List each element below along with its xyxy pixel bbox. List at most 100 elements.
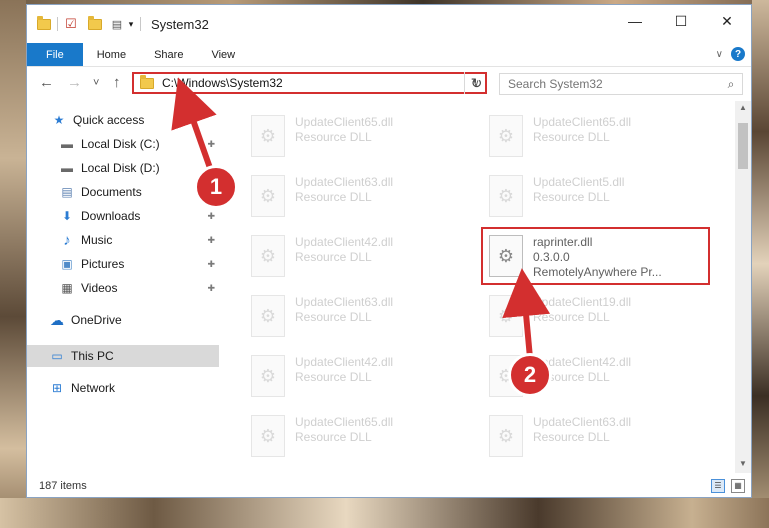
sidebar-item-local-disk-d[interactable]: ▬ Local Disk (D:) ✚ — [27, 157, 219, 179]
properties-icon[interactable]: ☑ — [62, 15, 80, 33]
sidebar-item-label: Quick access — [73, 113, 145, 127]
sidebar-item-music[interactable]: ♪ Music ✚ — [27, 229, 219, 251]
scrollbar-thumb[interactable] — [738, 123, 748, 169]
search-icon[interactable]: ⌕ — [720, 77, 742, 92]
customize-toolbar-icon[interactable]: ▤ — [108, 15, 126, 33]
dll-file-icon: ⚙ — [251, 235, 285, 277]
file-highlight-box — [481, 227, 710, 285]
file-name: UpdateClient42.dll — [295, 235, 394, 249]
file-type: Resource DLL — [295, 250, 372, 264]
sidebar-item-network[interactable]: ⊞ Network — [27, 377, 219, 399]
navigation-bar: ← → ˅ ↑ C:\Windows\System32 ∨ ↻ ⌕ — [27, 68, 751, 100]
tab-share[interactable]: Share — [140, 43, 197, 66]
up-button[interactable]: ↑ — [113, 74, 121, 91]
ribbon-tabs: File Home Share View ∨ ? — [27, 43, 751, 67]
file-name: UpdateClient19.dll — [533, 295, 632, 309]
dll-file-icon: ⚙ — [251, 115, 285, 157]
file-name: UpdateClient65.dll — [295, 415, 394, 429]
large-icons-view-icon[interactable]: ▦ — [731, 479, 745, 493]
address-bar[interactable]: C:\Windows\System32 ∨ — [132, 72, 487, 94]
sidebar-item-local-disk-c[interactable]: ▬ Local Disk (C:) ✚ — [27, 133, 219, 155]
file-name: UpdateClient42.dll — [295, 355, 394, 369]
dll-file-icon: ⚙ — [489, 175, 523, 217]
search-input[interactable] — [508, 77, 720, 91]
sidebar-item-label: Local Disk (C:) — [81, 137, 160, 151]
network-icon: ⊞ — [51, 381, 63, 395]
star-icon: ★ — [53, 113, 65, 127]
divider — [140, 17, 141, 31]
help-icon[interactable]: ? — [731, 47, 745, 61]
dll-file-icon: ⚙ — [251, 355, 285, 397]
sidebar-item-label: Pictures — [81, 257, 125, 271]
toolbar-dropdown-icon[interactable]: ▾ — [126, 15, 136, 33]
file-type: Resource DLL — [533, 190, 610, 204]
sidebar-item-label: Music — [81, 233, 113, 247]
search-box[interactable]: ⌕ — [499, 73, 743, 95]
recent-locations-button[interactable]: ˅ — [93, 77, 99, 89]
onedrive-icon: ☁ — [50, 311, 64, 328]
refresh-button[interactable]: ↻ — [464, 72, 488, 94]
minimize-button[interactable]: — — [612, 5, 658, 37]
pin-icon[interactable]: ✚ — [207, 235, 215, 246]
dll-file-icon: ⚙ — [489, 115, 523, 157]
pictures-icon: ▣ — [61, 257, 73, 271]
tab-file[interactable]: File — [27, 43, 83, 66]
list-item[interactable]: ⚙ UpdateClient65.dll Resource DLL — [245, 409, 465, 465]
sidebar-item-downloads[interactable]: ⬇ Downloads ✚ — [27, 205, 219, 227]
sidebar-item-label: This PC — [71, 349, 114, 363]
pin-icon[interactable]: ✚ — [207, 211, 215, 222]
sidebar-item-label: Videos — [81, 281, 118, 295]
sidebar-item-this-pc[interactable]: ▭ This PC — [27, 345, 219, 367]
list-item[interactable]: ⚙ UpdateClient63.dll Resource DLL — [245, 169, 465, 225]
sidebar-item-quick-access[interactable]: ★ Quick access — [27, 109, 219, 131]
close-button[interactable]: ✕ — [704, 5, 750, 37]
sidebar-item-onedrive[interactable]: ☁ OneDrive — [27, 309, 219, 331]
file-name: UpdateClient5.dll — [533, 175, 625, 189]
pin-icon[interactable]: ✚ — [207, 283, 215, 294]
file-type: Resource DLL — [295, 370, 372, 384]
sidebar-item-documents[interactable]: ▤ Documents ✚ — [27, 181, 219, 203]
item-count: 187 items — [39, 480, 87, 492]
forward-button[interactable]: → — [67, 74, 82, 91]
maximize-button[interactable]: ☐ — [658, 5, 704, 37]
sidebar-item-label: Network — [71, 381, 116, 395]
list-item[interactable]: ⚙ UpdateClient42.dll Resource DLL — [245, 229, 465, 285]
list-item[interactable]: ⚙ UpdateClient63.dll Resource DLL — [483, 409, 703, 465]
step-1-badge: 1 — [194, 165, 238, 209]
sidebar-item-label: OneDrive — [71, 313, 122, 327]
list-item[interactable]: ⚙ UpdateClient65.dll Resource DLL — [245, 109, 465, 165]
window-title: System32 — [151, 16, 209, 32]
dll-file-icon: ⚙ — [489, 415, 523, 457]
list-item[interactable]: ⚙ UpdateClient65.dll Resource DLL — [483, 109, 703, 165]
list-item[interactable]: ⚙ UpdateClient42.dll Resource DLL — [245, 349, 465, 405]
list-item[interactable]: ⚙ UpdateClient5.dll Resource DLL — [483, 169, 703, 225]
downloads-icon: ⬇ — [61, 209, 73, 223]
file-type: Resource DLL — [295, 430, 372, 444]
drive-icon: ▬ — [61, 137, 73, 151]
tab-view[interactable]: View — [197, 43, 249, 66]
sidebar-item-videos[interactable]: ▦ Videos ✚ — [27, 277, 219, 299]
scroll-up-icon[interactable]: ▲ — [735, 103, 751, 117]
file-name: UpdateClient63.dll — [295, 175, 394, 189]
tab-home[interactable]: Home — [83, 43, 140, 66]
list-item[interactable]: ⚙ UpdateClient63.dll Resource DLL — [245, 289, 465, 345]
expand-ribbon-icon[interactable]: ∨ — [716, 49, 723, 60]
address-path[interactable]: C:\Windows\System32 — [162, 76, 467, 90]
dll-file-icon: ⚙ — [251, 175, 285, 217]
computer-icon: ▭ — [51, 349, 63, 363]
file-type: Resource DLL — [295, 190, 372, 204]
file-type: Resource DLL — [533, 310, 610, 324]
details-view-icon[interactable]: ☰ — [711, 479, 725, 493]
title-bar: ☑ ▤ ▾ System32 — ☐ ✕ — [27, 5, 751, 43]
pin-icon[interactable]: ✚ — [207, 259, 215, 270]
vertical-scrollbar[interactable]: ▲ ▼ — [735, 101, 751, 473]
pin-icon[interactable]: ✚ — [207, 139, 215, 150]
back-button[interactable]: ← — [39, 74, 54, 91]
list-item[interactable]: ⚙ UpdateClient19.dll Resource DLL — [483, 289, 703, 345]
drive-icon: ▬ — [61, 161, 73, 175]
scroll-down-icon[interactable]: ▼ — [735, 459, 751, 473]
sidebar-item-pictures[interactable]: ▣ Pictures ✚ — [27, 253, 219, 275]
new-folder-icon[interactable] — [86, 15, 104, 33]
sidebar-item-label: Local Disk (D:) — [81, 161, 160, 175]
desktop-background-left — [0, 0, 26, 528]
